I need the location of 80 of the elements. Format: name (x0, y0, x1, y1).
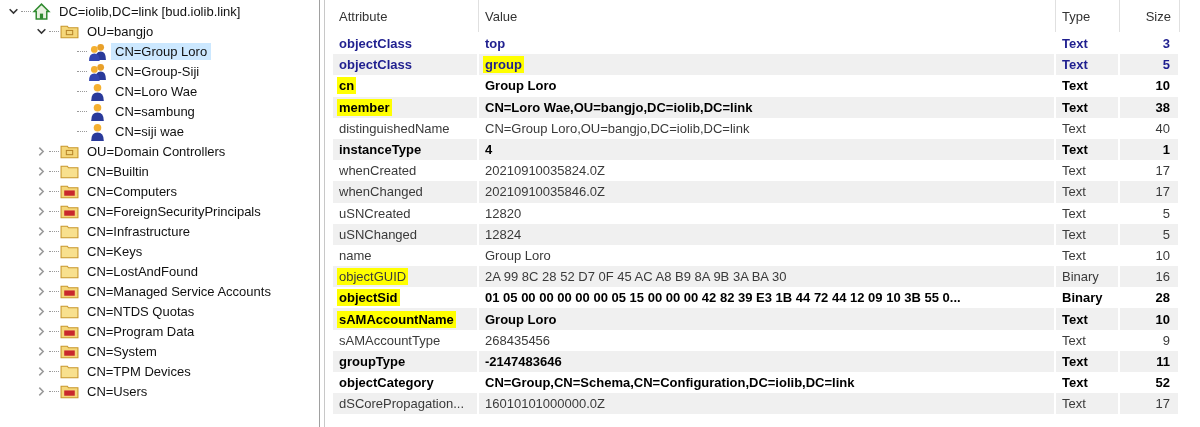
expand-chevron-icon[interactable] (36, 345, 47, 357)
tree-item[interactable]: CN=sambung (111, 102, 199, 120)
tree-item[interactable]: CN=Managed Service Accounts (83, 282, 275, 300)
expand-chevron-icon[interactable] (36, 325, 47, 337)
expand-chevron-icon[interactable] (36, 225, 47, 237)
table-cell: 17 (1120, 393, 1180, 415)
table-cell: Text (1056, 96, 1120, 118)
user-icon (88, 81, 107, 101)
table-cell: objectSid (333, 287, 479, 309)
expand-chevron-icon[interactable] (36, 245, 47, 257)
table-cell: objectGUID (333, 266, 479, 288)
table-cell: 16 (1120, 266, 1180, 288)
table-cell: group (479, 54, 1056, 76)
table-cell: 5 (1120, 223, 1180, 245)
table-cell: Text (1056, 393, 1120, 415)
tree-item[interactable]: CN=siji wae (111, 122, 188, 140)
table-cell: objectClass (333, 54, 479, 76)
column-header[interactable]: Size (1120, 0, 1180, 32)
table-cell: Text (1056, 308, 1120, 330)
tree-item[interactable]: OU=bangjo (83, 22, 158, 40)
tree-item[interactable]: CN=ForeignSecurityPrincipals (83, 202, 265, 220)
table-cell: 20210910035846.0Z (479, 181, 1056, 203)
group-icon (88, 61, 107, 81)
table-cell: Binary (1056, 266, 1120, 288)
table-cell: 11 (1120, 350, 1180, 372)
house-icon (32, 1, 51, 21)
table-cell: Group Loro (479, 308, 1056, 330)
expand-chevron-icon[interactable] (36, 365, 47, 377)
expand-chevron-icon[interactable] (36, 285, 47, 297)
table-cell: instanceType (333, 138, 479, 161)
tree-item[interactable]: CN=Group Loro (111, 42, 212, 60)
table-cell: Text (1056, 181, 1120, 203)
table-cell: sAMAccountName (333, 308, 479, 330)
tree-item[interactable]: CN=NTDS Quotas (83, 302, 199, 320)
column-header[interactable]: Type (1056, 0, 1120, 32)
expand-chevron-icon[interactable] (36, 385, 47, 397)
expand-chevron-icon[interactable] (36, 145, 47, 157)
table-cell: Text (1056, 54, 1120, 76)
table-cell: CN=Loro Wae,OU=bangjo,DC=iolib,DC=link (479, 96, 1056, 118)
tree-item[interactable]: CN=Users (83, 382, 152, 400)
tree-item[interactable]: CN=Group-Siji (111, 62, 204, 80)
table-cell: whenChanged (333, 181, 479, 203)
tree-item[interactable]: CN=TPM Devices (83, 362, 195, 380)
tree-item[interactable]: CN=Builtin (83, 162, 153, 180)
table-cell: 17 (1120, 181, 1180, 203)
expand-chevron-icon[interactable] (36, 305, 47, 317)
column-header[interactable]: Value (479, 0, 1056, 32)
expand-chevron-icon[interactable] (36, 165, 47, 177)
table-cell: 1 (1120, 138, 1180, 161)
table-cell: -2147483646 (479, 350, 1056, 372)
user-icon (88, 121, 107, 141)
tree-item[interactable]: OU=Domain Controllers (83, 142, 230, 160)
table-cell: dSCorePropagation... (333, 393, 479, 415)
tree-item[interactable]: CN=Program Data (83, 322, 199, 340)
table-cell: 16010101000000.0Z (479, 393, 1056, 415)
table-cell: 4 (479, 138, 1056, 161)
table-cell: 5 (1120, 54, 1180, 76)
table-cell: member (333, 96, 479, 118)
tree-item[interactable]: CN=Computers (83, 182, 181, 200)
table-cell: 12824 (479, 223, 1056, 245)
expand-chevron-icon[interactable] (36, 265, 47, 277)
tree-item[interactable]: CN=Keys (83, 242, 147, 260)
table-cell: 38 (1120, 96, 1180, 118)
user-icon (88, 101, 107, 121)
table-cell: Text (1056, 223, 1120, 245)
expand-chevron-icon[interactable] (36, 205, 47, 217)
tree-item[interactable]: CN=Infrastructure (83, 222, 194, 240)
tree-item[interactable]: CN=LostAndFound (83, 262, 202, 280)
table-cell: uSNChanged (333, 223, 479, 245)
column-header[interactable]: Attribute (333, 0, 479, 32)
expand-chevron-icon[interactable] (36, 185, 47, 197)
group-icon (88, 41, 107, 61)
table-cell: Text (1056, 350, 1120, 372)
table-cell: 2A 99 8C 28 52 D7 0F 45 AC A8 B9 8A 9B 3A BA 30 (479, 266, 1056, 288)
table-cell: groupType (333, 350, 479, 372)
tree-item[interactable]: CN=Loro Wae (111, 82, 202, 100)
table-cell: 10 (1120, 308, 1180, 330)
table-cell: Text (1056, 138, 1120, 161)
tree-item[interactable]: CN=System (83, 342, 161, 360)
tree-item[interactable]: DC=iolib,DC=link [bud.iolib.link] (55, 2, 245, 20)
